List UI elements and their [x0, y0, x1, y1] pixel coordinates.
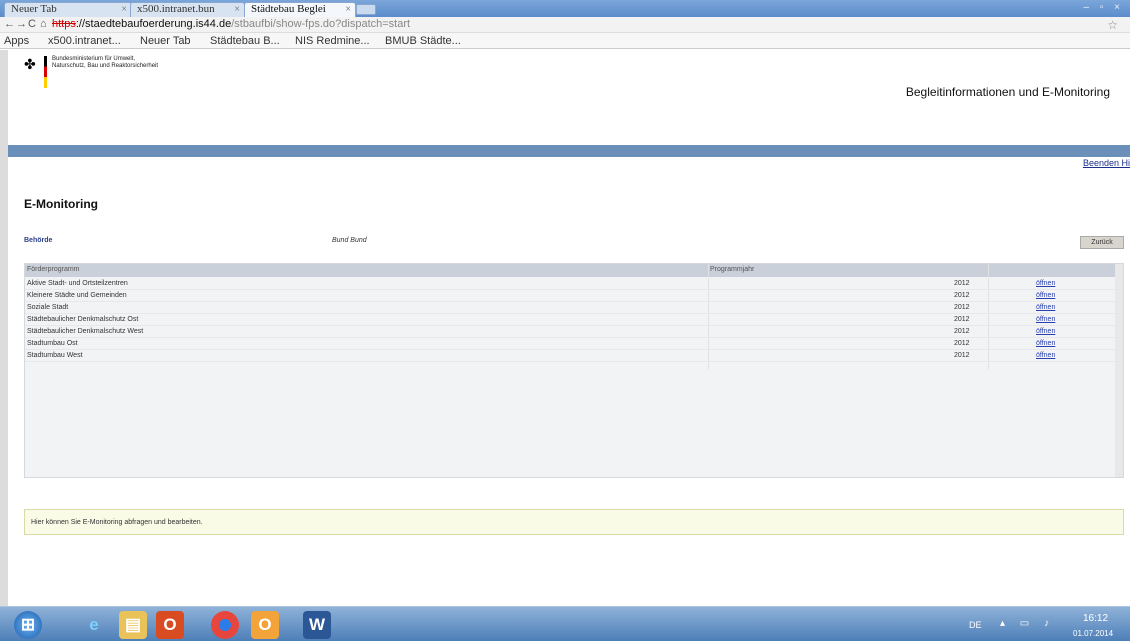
program-name: Stadtumbau West	[27, 352, 83, 359]
url-field[interactable]: https://staedtebaufoerderung.is44.de/stb…	[52, 18, 410, 30]
program-table: Förderprogramm Programmjahr Aktive Stadt…	[24, 263, 1124, 478]
bookmark-neuer-tab[interactable]: Neuer Tab	[140, 35, 191, 47]
tab-label: Städtebau Beglei	[251, 3, 326, 15]
program-year: 2012	[954, 316, 970, 323]
bookmark-bmub[interactable]: BMUB Städte...	[385, 35, 461, 47]
program-year: 2012	[954, 292, 970, 299]
beenden-link[interactable]: Beenden Hi	[1083, 158, 1130, 168]
program-year: 2012	[954, 280, 970, 287]
open-link[interactable]: öffnen	[1036, 340, 1055, 347]
table-row: Soziale Stadt 2012 öffnen	[25, 302, 1117, 314]
open-link[interactable]: öffnen	[1036, 352, 1055, 359]
bookmark-staedtebau[interactable]: Städtebau B...	[210, 35, 280, 47]
behoerde-value: Bund Bund	[332, 237, 367, 244]
home-icon[interactable]: ⌂	[40, 18, 47, 30]
table-row: Städtebaulicher Denkmalschutz Ost 2012 ö…	[25, 314, 1117, 326]
column-header-program: Förderprogramm	[27, 266, 80, 273]
word-icon[interactable]: W	[303, 611, 331, 639]
ministry-logo-text: Bundesministerium für Umwelt, Naturschut…	[52, 56, 159, 69]
program-year: 2012	[954, 340, 970, 347]
table-row: Städtebaulicher Denkmalschutz West 2012 …	[25, 326, 1117, 338]
tab-label: x500.intranet.bun	[137, 3, 215, 15]
bookmark-star-icon[interactable]: ☆	[1107, 18, 1118, 32]
language-indicator[interactable]: DE	[969, 620, 982, 630]
open-link[interactable]: öffnen	[1036, 304, 1055, 311]
back-button[interactable]: Zurück	[1080, 236, 1124, 249]
tab-x500-intranet[interactable]: x500.intranet.bun ×	[130, 2, 245, 17]
browser-tab-bar: Neuer Tab × x500.intranet.bun × Städteba…	[0, 0, 1130, 17]
table-row: Kleinere Städte und Gemeinden 2012 öffne…	[25, 290, 1117, 302]
bookmark-x500[interactable]: x500.intranet...	[48, 35, 121, 47]
info-box: Hier können Sie E-Monitoring abfragen un…	[24, 509, 1124, 535]
internet-explorer-icon[interactable]: e	[80, 611, 108, 639]
program-name: Kleinere Städte und Gemeinden	[27, 292, 127, 299]
table-row: Aktive Stadt- und Ortsteilzentren 2012 ö…	[25, 278, 1117, 290]
close-icon[interactable]: ×	[121, 3, 127, 16]
new-tab-button[interactable]	[356, 4, 376, 15]
reload-icon[interactable]: C	[28, 18, 36, 30]
close-icon[interactable]: ×	[345, 3, 351, 16]
program-name: Stadtumbau Ost	[27, 340, 78, 347]
outlook-icon[interactable]: O	[251, 611, 279, 639]
tab-neuer-tab[interactable]: Neuer Tab ×	[4, 2, 132, 17]
file-explorer-icon[interactable]: ▤	[119, 611, 147, 639]
table-header: Förderprogramm Programmjahr	[25, 264, 1117, 277]
window-controls[interactable]: – ▫ ×	[1083, 2, 1124, 13]
tab-label: Neuer Tab	[11, 3, 57, 15]
program-name: Städtebaulicher Denkmalschutz Ost	[27, 316, 139, 323]
program-name: Aktive Stadt- und Ortsteilzentren	[27, 280, 128, 287]
table-row: Stadtumbau West 2012 öffnen	[25, 350, 1117, 362]
program-name: Soziale Stadt	[27, 304, 69, 311]
program-year: 2012	[954, 304, 970, 311]
open-link[interactable]: öffnen	[1036, 280, 1055, 287]
page-title: E-Monitoring	[24, 197, 98, 211]
start-button-icon[interactable]: ⊞	[14, 611, 42, 639]
behoerde-label: Behörde	[24, 237, 53, 244]
open-link[interactable]: öffnen	[1036, 328, 1055, 335]
federal-eagle-icon: ✤	[24, 56, 36, 72]
table-row: Stadtumbau Ost 2012 öffnen	[25, 338, 1117, 350]
back-icon[interactable]: ←	[4, 18, 15, 30]
open-link[interactable]: öffnen	[1036, 316, 1055, 323]
office-icon[interactable]: O	[156, 611, 184, 639]
clock-date[interactable]: 01.07.2014	[1073, 629, 1113, 638]
chrome-icon[interactable]	[211, 611, 239, 639]
bookmarks-bar: Apps x500.intranet... Neuer Tab Städteba…	[0, 33, 1130, 49]
close-icon[interactable]: ×	[234, 3, 240, 16]
column-header-year: Programmjahr	[710, 266, 755, 273]
taskbar: ⊞ e ▤ O O W DE ▴ ▭ ♪ 16:12 01.07.2014	[0, 606, 1130, 641]
table-scrollbar[interactable]	[1115, 264, 1123, 477]
app-title: Begleitinformationen und E-Monitoring	[905, 85, 1110, 99]
header-bar	[8, 145, 1130, 157]
url-path: /stbaufbi/show-fps.do?dispatch=start	[231, 18, 411, 30]
page-content: ✤ Bundesministerium für Umwelt, Natursch…	[0, 50, 1130, 606]
forward-icon[interactable]: →	[16, 18, 27, 30]
flag-bar	[44, 56, 47, 88]
bookmark-nis-redmine[interactable]: NIS Redmine...	[295, 35, 370, 47]
url-scheme: https	[52, 18, 76, 30]
system-tray-icons[interactable]: ▴ ▭ ♪	[1000, 618, 1055, 629]
bookmark-apps[interactable]: Apps	[4, 35, 29, 47]
clock-time[interactable]: 16:12	[1083, 613, 1108, 624]
tab-staedtebau[interactable]: Städtebau Beglei ×	[244, 2, 356, 17]
program-name: Städtebaulicher Denkmalschutz West	[27, 328, 144, 335]
url-host: ://staedtebaufoerderung.is44.de	[75, 18, 232, 30]
program-year: 2012	[954, 328, 970, 335]
open-link[interactable]: öffnen	[1036, 292, 1055, 299]
program-year: 2012	[954, 352, 970, 359]
address-bar: ← → C ⌂ https://staedtebaufoerderung.is4…	[0, 17, 1130, 33]
